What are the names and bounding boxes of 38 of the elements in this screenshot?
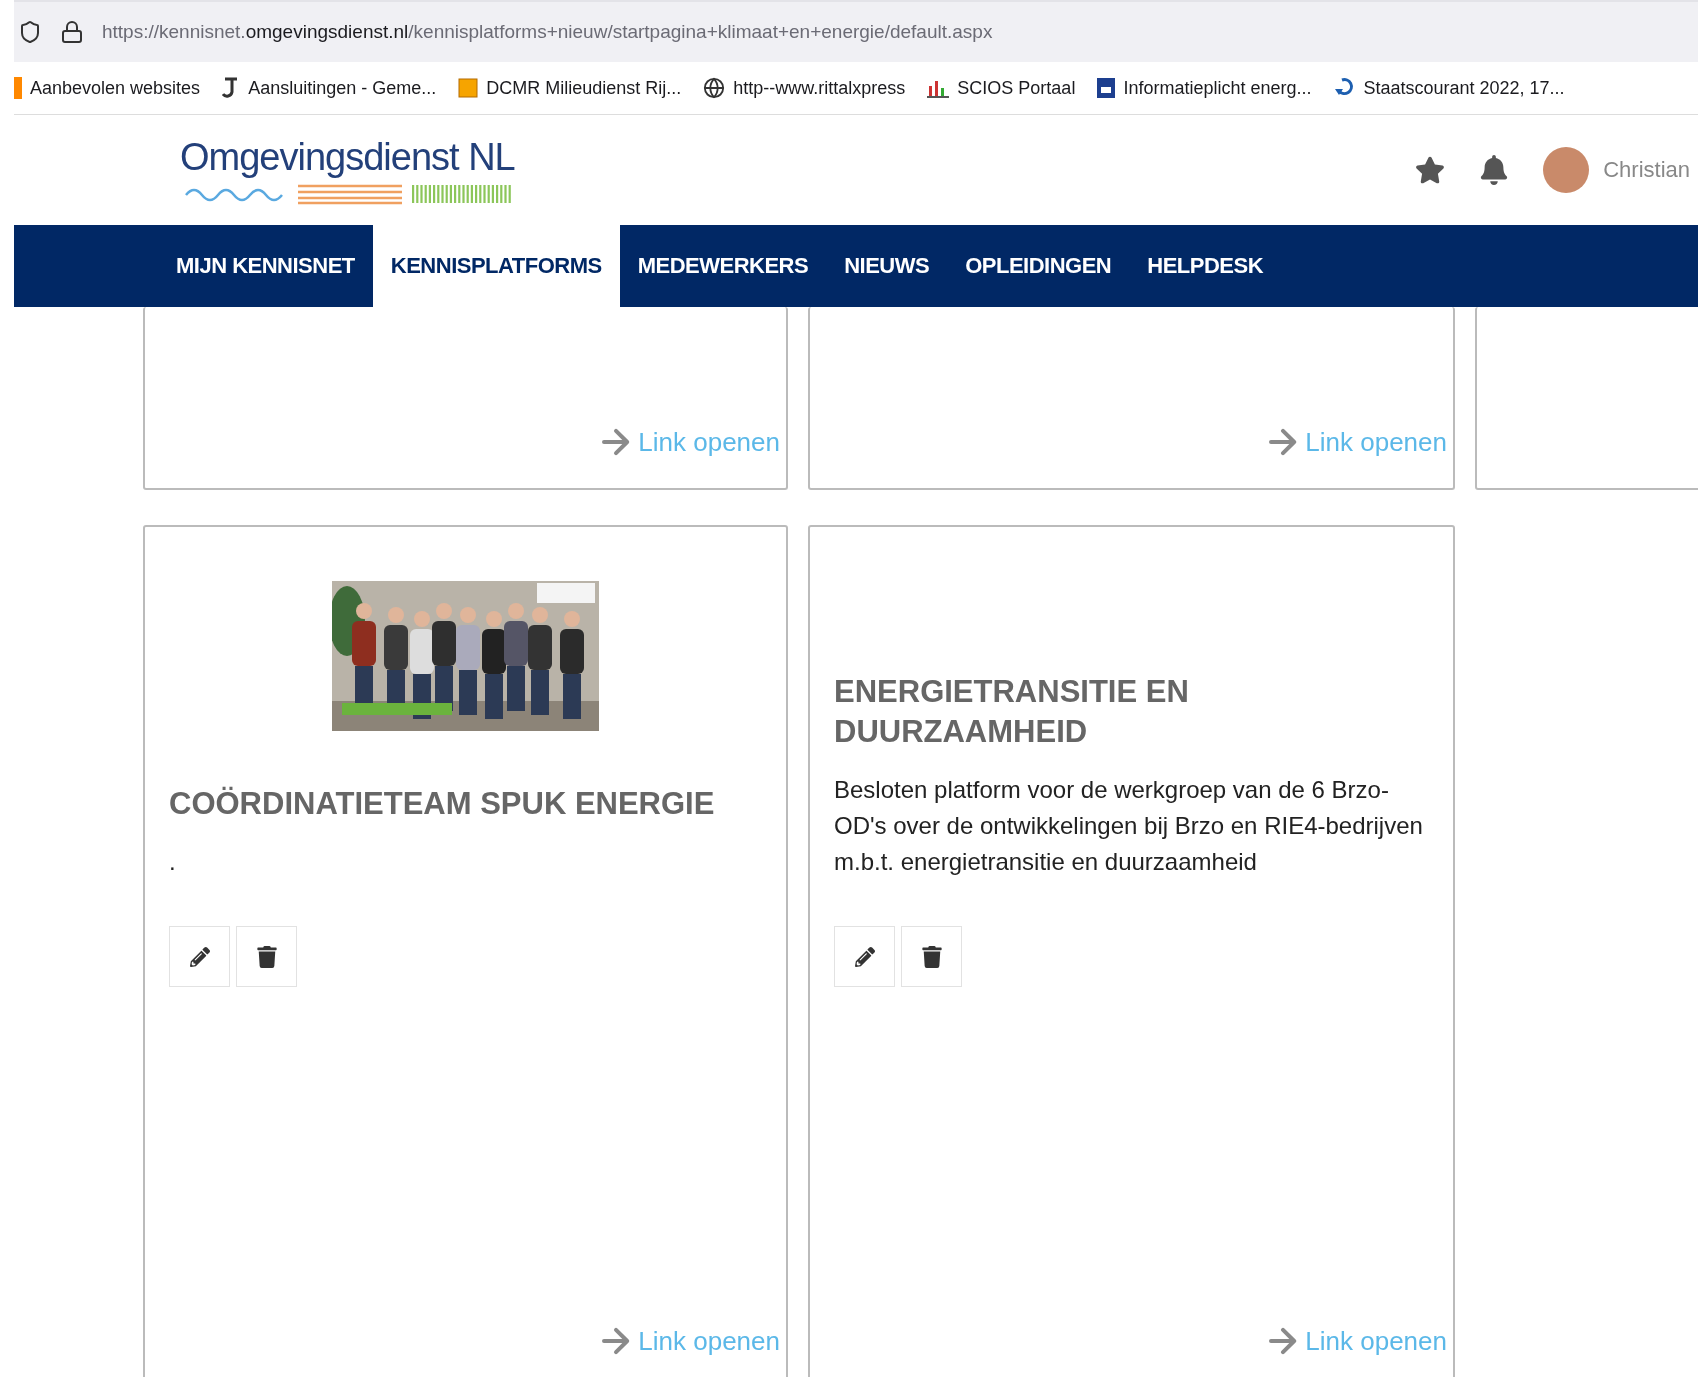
logo-text: Omgevingsdienst NL xyxy=(180,135,516,179)
trash-icon xyxy=(920,945,943,968)
bookmark-link[interactable]: Staatscourant 2022, 17... xyxy=(1363,77,1565,99)
nav-tab[interactable]: OPLEIDINGEN xyxy=(947,225,1130,307)
bookmark-link[interactable]: Aansluitingen - Geme... xyxy=(248,77,437,99)
globe-icon xyxy=(703,77,726,99)
pencil-icon xyxy=(854,946,875,967)
avatar[interactable] xyxy=(1543,147,1590,193)
user-name[interactable]: Christian xyxy=(1603,157,1690,183)
card-description: Besloten platform voor de werkgroep van de 6 Brzo-OD's over de ontwikkelingen bij Brzo en RIE4-bedrijven m.b.t. energietransitie en duurzaamheid xyxy=(834,775,1424,877)
nav-tab[interactable]: NIEUWS xyxy=(826,225,948,307)
shield-icon xyxy=(18,20,42,44)
edit-button[interactable] xyxy=(834,926,895,987)
bookmark-link[interactable]: DCMR Milieudienst Rij... xyxy=(486,77,682,99)
bookmark-link[interactable]: http--www.rittalxpress xyxy=(733,77,906,99)
nav-tab[interactable]: KENNISPLATFORMS xyxy=(372,225,620,307)
card-title: COÖRDINATIETEAM SPUK ENERGIE xyxy=(169,785,716,823)
nav-tab[interactable]: MIJN KENNISNET xyxy=(158,225,373,307)
nav-tab[interactable]: HELPDESK xyxy=(1129,225,1282,307)
chart-icon xyxy=(927,78,950,98)
trash-icon xyxy=(255,945,278,968)
nav-tab[interactable]: MEDEWERKERS xyxy=(619,225,827,307)
bookmark-link[interactable]: SCIOS Portaal xyxy=(957,77,1076,99)
delete-button[interactable] xyxy=(901,926,962,987)
tile-icon xyxy=(458,78,479,98)
bell-icon[interactable] xyxy=(1479,155,1510,185)
card-description: . xyxy=(169,847,177,877)
bookmark-link[interactable]: Informatieplicht energ... xyxy=(1123,77,1312,99)
address-field[interactable]: https://kennisnet.omgevingsdienst.nl/kennisplatforms+nieuw/startpagina+klimaat+en+energie/default.aspx xyxy=(102,21,993,43)
delete-button[interactable] xyxy=(236,926,297,987)
pencil-icon xyxy=(189,946,210,967)
card-title: ENERGIETRANSITIE EN DUURZAAMHEID xyxy=(834,673,1190,751)
star-icon[interactable] xyxy=(1415,155,1446,185)
edit-button[interactable] xyxy=(169,926,230,987)
lock-icon xyxy=(60,20,84,44)
badge-icon xyxy=(1097,78,1116,98)
bookmark-icon xyxy=(14,77,22,99)
bookmark-link[interactable]: Aanbevolen websites xyxy=(30,77,201,99)
